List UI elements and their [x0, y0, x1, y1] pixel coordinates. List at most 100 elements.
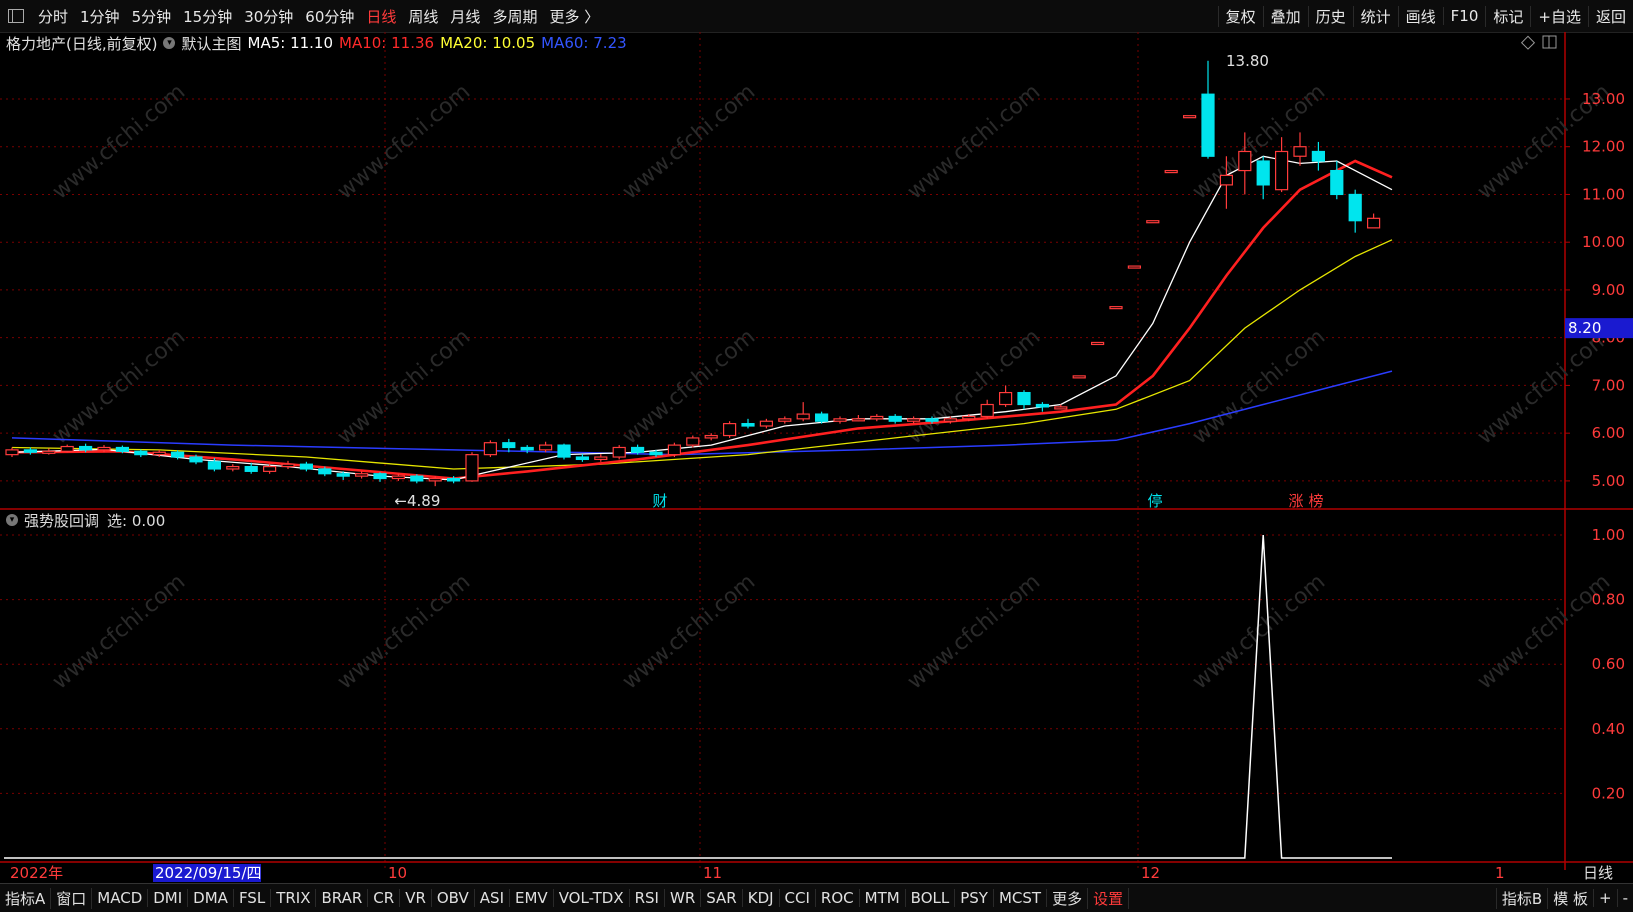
candle-body [1182, 115, 1197, 119]
candle-body [943, 418, 958, 422]
candle-body [483, 442, 497, 456]
price-tick-label: 7.00 [1592, 376, 1625, 394]
event-marker[interactable]: 榜 [1308, 492, 1323, 510]
candle-body [686, 437, 700, 446]
ma20-value: MA20: 10.05 [440, 34, 536, 52]
indicator-tab-15[interactable]: WR [665, 889, 702, 907]
candle-body [355, 473, 369, 477]
candle-body [557, 444, 571, 458]
current-price-label: 8.20 [1568, 319, 1601, 337]
candle-body [630, 446, 645, 453]
candle-body [373, 473, 387, 480]
watermark-text: www.cfchi.com [903, 324, 1045, 449]
indicator-tab-4[interactable]: DMA [188, 889, 234, 907]
candle-body [1256, 160, 1270, 186]
bottom-right-button-1[interactable]: 模 板 [1547, 887, 1593, 909]
candle-body [1146, 220, 1160, 224]
indicator-tab-0[interactable]: 指标A [0, 887, 52, 909]
ma5-value: MA5: 11.10 [247, 34, 334, 52]
watermark-text: www.cfchi.com [48, 324, 190, 449]
candle-body [520, 446, 534, 451]
candle-body [336, 473, 350, 477]
price-tick-label: 10.00 [1582, 233, 1625, 251]
candle-body [1293, 146, 1307, 157]
candle-body [1054, 406, 1068, 410]
indicator-tab-20[interactable]: MTM [860, 889, 906, 907]
candle-body [97, 446, 111, 451]
bottom-right-button-3[interactable]: - [1616, 889, 1633, 907]
event-marker[interactable]: 停 [1147, 492, 1162, 510]
watermark-text: www.cfchi.com [333, 569, 475, 694]
candle-body [42, 450, 56, 454]
indicator-tab-22[interactable]: PSY [955, 889, 994, 907]
indicator-tab-2[interactable]: MACD [92, 889, 149, 907]
candle-body [906, 418, 921, 422]
candle-body [741, 423, 755, 427]
candle-body [263, 465, 277, 472]
candle-body [447, 477, 461, 482]
price-tick-label: 12.00 [1582, 138, 1625, 156]
time-axis-label: 12 [1141, 864, 1160, 882]
time-axis-label: 2022年 [10, 864, 63, 882]
candle-body [299, 463, 313, 470]
indicator-tab-17[interactable]: KDJ [743, 889, 780, 907]
time-axis-label: 2022/09/15/四 [155, 864, 262, 882]
watermark-text: www.cfchi.com [903, 569, 1045, 694]
indicator-tab-7[interactable]: BRAR [316, 889, 369, 907]
ma10-line [11, 159, 1393, 480]
indicator-tab-24[interactable]: 更多 [1047, 887, 1089, 909]
stock-title: 格力地产(日线,前复权) [6, 34, 158, 53]
indicator-tab-23[interactable]: MCST [994, 889, 1048, 907]
dropdown-circle-icon[interactable]: ▾ [163, 37, 176, 49]
event-marker[interactable]: 财 [652, 492, 667, 510]
diamond-icon[interactable] [1520, 35, 1536, 50]
kline-chart[interactable]: www.cfchi.com www.cfchi.com www.cfchi.com w… [0, 0, 1633, 911]
candle-body [23, 449, 37, 453]
event-marker[interactable]: 涨 [1288, 492, 1303, 510]
indicator-tab-18[interactable]: CCI [780, 889, 816, 907]
candle-body [998, 391, 1013, 406]
main-legend: 格力地产(日线,前复权) ▾ 默认主图 MA5: 11.10 MA10: 11.… [6, 32, 633, 54]
low-price-label: ←4.89 [394, 492, 440, 510]
indicator-tab-16[interactable]: SAR [701, 889, 743, 907]
indicator-tab-1[interactable]: 窗口 [51, 887, 93, 909]
indicator-tab-21[interactable]: BOLL [906, 889, 956, 907]
candle-body [5, 449, 19, 456]
sub-legend: ▾ 强势股回调 选: 0.00 [6, 509, 165, 531]
indicator-tab-5[interactable]: FSL [234, 889, 272, 907]
indicator-tab-14[interactable]: RSI [630, 889, 665, 907]
candle-body [391, 475, 405, 480]
indicator-tab-25[interactable]: 设置 [1088, 887, 1130, 909]
indicator-tab-19[interactable]: ROC [816, 889, 860, 907]
indicator-tab-13[interactable]: VOL-TDX [554, 889, 630, 907]
candle-body [796, 413, 810, 420]
indicator-tab-8[interactable]: CR [368, 889, 401, 907]
indicator-name[interactable]: 强势股回调 [24, 510, 99, 531]
bottom-right-controls: 指标B 模 板 + - [1495, 884, 1633, 912]
dropdown-circle-icon[interactable]: ▾ [6, 514, 18, 526]
indicator-tab-6[interactable]: TRIX [271, 889, 317, 907]
indicator-tabs-bar: 指标A 窗口 MACD DMI DMA FSL TRIX BRAR CR VR OBV ASI EMV V… [0, 883, 1633, 912]
candle-body [171, 451, 185, 458]
bottom-right-button-2[interactable]: + [1593, 889, 1617, 907]
candle-body [704, 434, 718, 439]
candle-body [502, 442, 516, 449]
watermark-text: www.cfchi.com [618, 79, 760, 204]
candle-body [1219, 174, 1234, 186]
indicator-tab-9[interactable]: VR [400, 889, 432, 907]
candle-body [870, 415, 884, 420]
candle-body [78, 445, 93, 451]
candle-body [134, 450, 148, 456]
indicator-tab-10[interactable]: OBV [432, 889, 475, 907]
candle-body [189, 456, 203, 463]
indicator-tab-3[interactable]: DMI [148, 889, 189, 907]
bottom-right-button-0[interactable]: 指标B [1495, 887, 1547, 909]
price-tick-label: 6.00 [1592, 424, 1625, 442]
candle-body [226, 465, 240, 470]
candle-body [1127, 265, 1142, 269]
candle-body [612, 446, 626, 458]
indicator-tab-11[interactable]: ASI [475, 889, 510, 907]
template-name[interactable]: 默认主图 [181, 33, 241, 54]
candle-body [1201, 93, 1215, 157]
indicator-tab-12[interactable]: EMV [510, 889, 554, 907]
